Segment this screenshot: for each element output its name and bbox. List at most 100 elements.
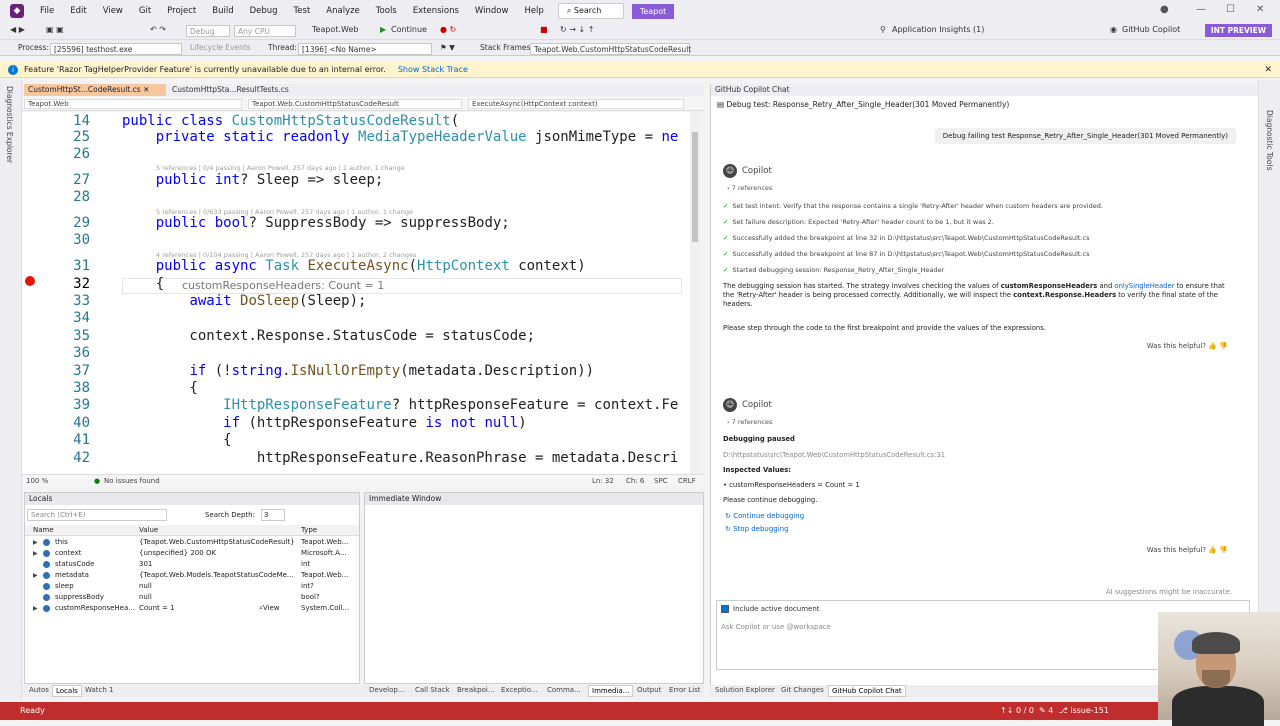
tab-autos[interactable]: Autos (26, 685, 52, 697)
flag-icon[interactable]: ⚑ ▼ (440, 43, 455, 52)
locals-row[interactable]: ▶ customResponseHea... Count = 1 ⌕View Syste… (25, 603, 359, 614)
tab-developer[interactable]: Develop... (366, 685, 408, 697)
include-document-checkbox[interactable]: Include active document (721, 605, 820, 613)
datatip[interactable]: customResponseHeaders: Count = 1 (182, 279, 385, 292)
menu-git[interactable]: Git (131, 6, 159, 16)
hot-reload-icon[interactable]: ● ↻ (440, 25, 456, 34)
continue-debugging-link[interactable]: ↻ Continue debugging (725, 512, 804, 520)
scrollbar-thumb[interactable] (692, 132, 698, 242)
menu-test[interactable]: Test (286, 6, 319, 16)
diagnostics-explorer-tab[interactable]: Diagnostics Explorer (5, 86, 14, 163)
locals-row[interactable]: ▶ this {Teapot.Web.CustomHttpStatusCodeRes… (25, 537, 359, 548)
thread-dropdown[interactable]: [1396] <No Name> (298, 43, 432, 55)
stop-icon[interactable]: ■ (540, 25, 548, 34)
view-button[interactable]: ⌕View (259, 603, 280, 614)
locals-search-input[interactable]: Search (Ctrl+E) (27, 509, 167, 521)
line-ending[interactable]: CRLF (678, 477, 696, 485)
tab-immediate-window[interactable]: Immedia... (588, 685, 634, 697)
application-insights[interactable]: Application Insights (1) (892, 25, 984, 34)
startup-project[interactable]: Teapot.Web (312, 25, 358, 34)
stack-frames-dropdown[interactable]: Teapot.Web.CustomHttpStatusCodeResult (530, 43, 691, 55)
close-icon[interactable]: ✕ (1256, 4, 1264, 15)
configuration-dropdown[interactable]: Debug (186, 25, 230, 37)
menu-window[interactable]: Window (467, 6, 517, 16)
expand-icon[interactable]: ▶ (33, 570, 38, 581)
project-nav-dropdown[interactable]: Teapot.Web (24, 99, 242, 109)
column-type[interactable]: Type (301, 525, 357, 536)
sync-counts[interactable]: 0 / 0 (1016, 706, 1034, 715)
menu-build[interactable]: Build (204, 6, 241, 16)
minimize-icon[interactable]: — (1196, 4, 1206, 15)
locals-row[interactable]: ▶ context {unspecified} 200 OK Microsoft.A.… (25, 548, 359, 559)
column-name[interactable]: Name (33, 525, 54, 536)
save-icon[interactable]: ▣ ▣ (46, 25, 64, 34)
type-nav-dropdown[interactable]: Teapot.Web.CustomHttpStatusCodeResult (248, 99, 462, 109)
summary-link[interactable]: onlySingleHeader (1114, 282, 1174, 290)
chat-thread-title[interactable]: ▤ Debug test: Response_Retry_After_Singl… (717, 100, 1187, 109)
menu-edit[interactable]: Edit (62, 6, 94, 16)
copilot-button[interactable]: GitHub Copilot (1122, 25, 1180, 34)
locals-row[interactable]: ▶ metadata {Teapot.Web.Models.TeapotStatus… (25, 570, 359, 581)
search-depth-dropdown[interactable]: 3 (261, 509, 285, 521)
code-editor[interactable]: 14 public class CustomHttpStatusCodeResul… (22, 112, 698, 474)
pending-changes[interactable]: 4 (1048, 706, 1053, 715)
tab-breakpoints[interactable]: Breakpoi... (454, 685, 498, 697)
expand-icon[interactable]: ▶ (33, 603, 38, 614)
tab-locals[interactable]: Locals (52, 685, 82, 697)
menu-analyze[interactable]: Analyze (318, 6, 368, 16)
expand-icon[interactable]: ▶ (33, 548, 38, 559)
menu-project[interactable]: Project (159, 6, 204, 16)
int-preview-badge[interactable]: INT PREVIEW (1204, 24, 1272, 37)
member-nav-dropdown[interactable]: ExecuteAsync(HttpContext context) (468, 99, 684, 109)
platform-dropdown[interactable]: Any CPU (234, 25, 296, 37)
whitespace-mode[interactable]: SPC (654, 477, 668, 485)
locals-row[interactable]: suppressBody null bool? (25, 592, 359, 603)
menu-debug[interactable]: Debug (242, 6, 286, 16)
immediate-window[interactable]: Immediate Window (364, 492, 704, 684)
back-icon[interactable]: ◀ ▶ (10, 25, 25, 34)
tab-github-copilot-chat[interactable]: GitHub Copilot Chat (828, 685, 906, 697)
show-stack-trace-link[interactable]: Show Stack Trace (398, 65, 468, 74)
locals-row[interactable]: statusCode 301 int (25, 559, 359, 570)
tab-command-window[interactable]: Comma... (544, 685, 584, 697)
locals-row[interactable]: sleep null int? (25, 581, 359, 592)
column-value[interactable]: Value (139, 525, 297, 536)
thumbs-up-icon[interactable]: 👍 (1208, 546, 1217, 554)
pin-icon[interactable]: ✕ (143, 85, 149, 94)
references-toggle[interactable]: › 7 references (727, 418, 772, 426)
continue-icon[interactable]: ▶ (380, 25, 386, 34)
search-box[interactable]: ⌕ Search (557, 3, 624, 19)
close-infobar-icon[interactable]: ✕ (1264, 65, 1272, 75)
menu-tools[interactable]: Tools (368, 6, 405, 16)
tab-exception-settings[interactable]: Exceptio... (498, 685, 541, 697)
maximize-icon[interactable]: ☐ (1226, 4, 1235, 15)
paused-file-link[interactable]: D:\httpstatus\src\Teapot.Web\CustomHttpS… (723, 451, 1229, 460)
branch-name[interactable]: issue-151 (1070, 706, 1109, 715)
tab-call-stack[interactable]: Call Stack (412, 685, 453, 697)
tab-git-changes[interactable]: Git Changes (778, 685, 827, 697)
diagnostic-tools-tab[interactable]: Diagnostic Tools (1265, 110, 1274, 170)
expand-icon[interactable]: ▶ (33, 537, 38, 548)
tab-watch-1[interactable]: Watch 1 (82, 685, 116, 697)
thumbs-down-icon[interactable]: 👎 (1219, 546, 1228, 554)
menu-view[interactable]: View (95, 6, 131, 16)
tab-output[interactable]: Output (634, 685, 664, 697)
tab-customhttpstatuscoderesulttests[interactable]: CustomHttpSta...ResultTests.cs (168, 84, 289, 96)
chat-input-placeholder[interactable]: Ask Copilot or use @workspace (721, 623, 831, 631)
thumbs-down-icon[interactable]: 👎 (1219, 342, 1228, 350)
account-icon[interactable]: ● (1160, 4, 1169, 15)
checkbox-icon[interactable] (721, 605, 729, 613)
menu-file[interactable]: File (32, 6, 62, 16)
tab-solution-explorer[interactable]: Solution Explorer (712, 685, 778, 697)
references-toggle[interactable]: › 7 references (727, 184, 772, 192)
undo-icon[interactable]: ↶ ↷ (150, 25, 166, 34)
thumbs-up-icon[interactable]: 👍 (1208, 342, 1217, 350)
menu-help[interactable]: Help (516, 6, 551, 16)
tab-error-list[interactable]: Error List (666, 685, 704, 697)
continue-button[interactable]: Continue (391, 25, 427, 34)
step-icons[interactable]: ↻ → ↓ ↑ (560, 25, 594, 34)
process-dropdown[interactable]: [25596] testhost.exe (50, 43, 182, 55)
issues-status[interactable]: No issues found (104, 477, 160, 485)
editor-scrollbar[interactable] (690, 112, 700, 474)
tab-customhttpstatuscoderesult[interactable]: CustomHttpSt...CodeResult.cs ✕ (24, 84, 166, 96)
